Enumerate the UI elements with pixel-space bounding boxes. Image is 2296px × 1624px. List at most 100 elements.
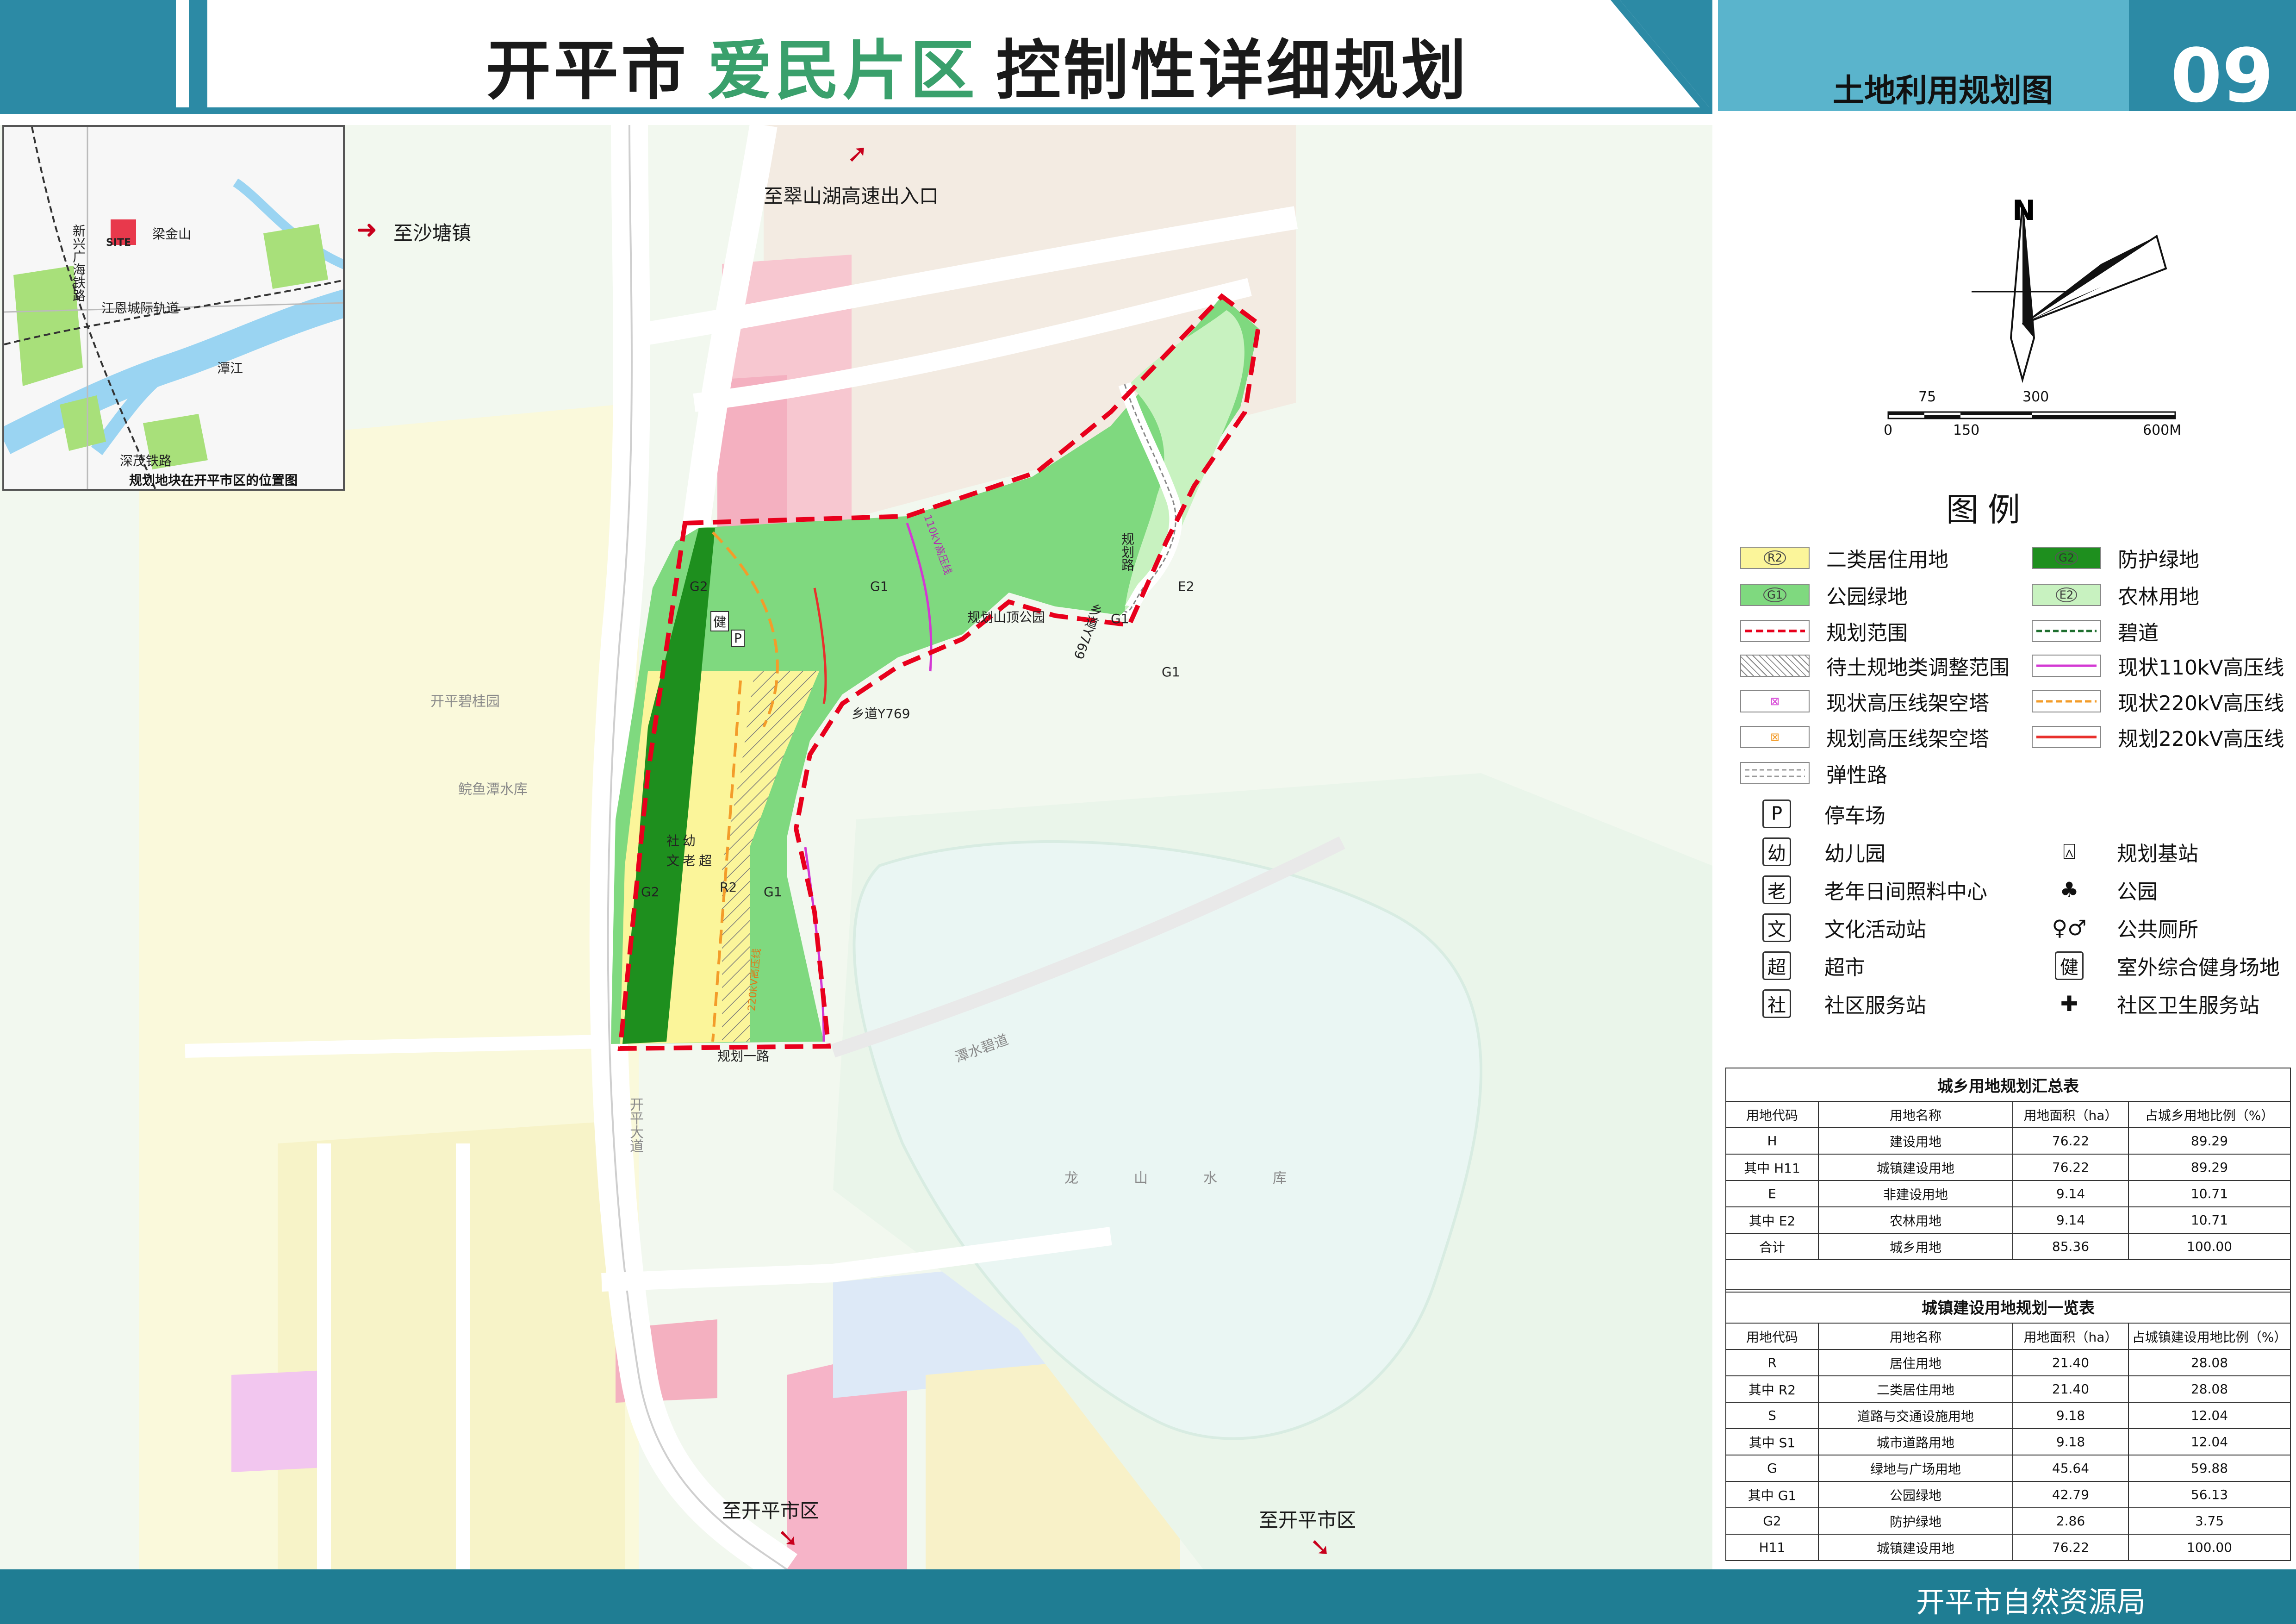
legend-item-existing-tower: ⊠ 现状高压线架空塔: [1740, 687, 1989, 715]
header-stripe: [176, 0, 189, 111]
tree-icon: ♣: [2060, 877, 2079, 902]
title-plan: 控制性详细规划: [996, 33, 1469, 109]
legend-item-220kv-existing: 现状220kV高压线: [2032, 687, 2284, 715]
supermarket-icon: 超: [1762, 951, 1791, 980]
facility-wen: 文: [666, 853, 680, 868]
toilet-icon: ♀♂: [2052, 915, 2087, 940]
location-inset-map: SITE 梁金山 新兴广海铁路 江恩城际轨道 潭江 深茂铁路 规划地块在开平市区…: [2, 125, 345, 491]
page-title: 开平市 爱民片区 控制性详细规划: [486, 19, 1469, 112]
table-row: 合计 城乡用地 85.36 100.00: [1725, 1233, 2291, 1260]
table-header-row: 用地代码 用地名称 用地面积（ha） 占城乡用地比例（%）: [1725, 1101, 2291, 1128]
inset-caption: 规划地块在开平市区的位置图: [129, 473, 298, 488]
label-r2: R2: [720, 880, 737, 895]
table-row: 其中 R2 二类居住用地 21.40 28.08: [1725, 1375, 2291, 1403]
facility-parking: P: [731, 630, 745, 647]
table-header: 用地面积（ha）: [2012, 1323, 2129, 1350]
scale-label: 300: [2022, 389, 2049, 405]
legend-swatch-g2: G2: [2032, 547, 2101, 569]
scale-label: 75: [1918, 389, 1936, 405]
community-service-icon: 社: [1762, 989, 1791, 1018]
fitness-icon: 健: [2055, 951, 2084, 980]
sheet-number: 09: [2171, 32, 2274, 119]
table-title: 城乡用地规划汇总表: [1725, 1068, 2291, 1102]
legend-swatch-g1: G1: [1740, 584, 1810, 606]
legend-swatch-boundary: [1740, 620, 1810, 642]
north-arrow-icon: [1972, 203, 2167, 383]
facility-jian: 健: [710, 611, 729, 631]
table-header: 用地名称: [1818, 1101, 2013, 1128]
north-label: N: [2012, 194, 2036, 227]
label-e2: E2: [1178, 579, 1195, 594]
table-header: 用地名称: [1818, 1323, 2013, 1350]
legend-facility-kindergarten: 幼幼儿园: [1762, 837, 1885, 866]
arrow-left-icon: ➜: [356, 215, 378, 244]
inset-jiangen-rail: 江恩城际轨道: [101, 300, 180, 316]
legend-item-r2: R2 二类居住用地: [1740, 544, 1948, 572]
label-g1: G1: [870, 579, 889, 594]
legend-facility-toilet: ♀♂ 公共厕所: [2052, 914, 2198, 942]
table-spacer: [1725, 1259, 2291, 1293]
table-row: S 道路与交通设施用地 9.18 12.04: [1725, 1402, 2291, 1429]
header-stripe: [189, 0, 207, 111]
legend-item-flexible-road: 弹性路: [1740, 759, 1887, 787]
legend-facility-park: ♣ 公园: [2055, 876, 2158, 904]
table-row: H11 城镇建设用地 76.22 100.00: [1725, 1534, 2291, 1561]
table-row: 其中 S1 城市道路用地 9.18 12.04: [1725, 1428, 2291, 1455]
arrow-down-icon: ➘: [1310, 1532, 1331, 1562]
legend-item-g1: G1 公园绿地: [1740, 581, 1908, 609]
label-park: 规划山顶公园: [967, 610, 1045, 625]
legend-item-e2: E2 农林用地: [2032, 581, 2199, 609]
label-g1: G1: [1111, 611, 1129, 626]
header-slant: [1611, 0, 1712, 111]
label-reservoir: 鲩鱼潭水库: [458, 781, 528, 798]
facility-chao: 超: [699, 853, 712, 868]
table-row: G2 防护绿地 2.86 3.75: [1725, 1507, 2291, 1535]
title-city: 开平市: [486, 33, 689, 109]
label-biguiyuan: 开平碧桂园: [430, 693, 500, 710]
table-header-row: 用地代码 用地名称 用地面积（ha） 占城镇建设用地比例（%）: [1725, 1323, 2291, 1350]
label-road-y769: 乡道Y769: [852, 706, 910, 721]
label-g1: G1: [764, 884, 782, 899]
inset-shenmao-railway: 深茂铁路: [120, 453, 172, 468]
kindergarten-icon: 幼: [1762, 837, 1791, 866]
culture-station-icon: 文: [1762, 913, 1791, 942]
facility-she: 社: [666, 833, 680, 849]
table-header: 用地代码: [1725, 1323, 1819, 1350]
legend-facility-base-station: ⍓ 规划基站: [2055, 838, 2198, 866]
facility-you: 幼: [683, 833, 696, 849]
legend-item-adjust-area: 待土规地类调整范围: [1740, 652, 2010, 680]
legend-facility-community: 社社区服务站: [1762, 989, 1926, 1018]
legend-swatch-existing-tower: ⊠: [1740, 690, 1810, 712]
legend-facility-culture: 文文化活动站: [1762, 913, 1926, 942]
legend-item-planned-tower: ⊠ 规划高压线架空塔: [1740, 723, 1989, 751]
legend-swatch-flexible-road: [1740, 762, 1810, 784]
legend-swatch-greenway: [2032, 620, 2101, 642]
scale-label: 150: [1953, 422, 1980, 438]
arrow-up-icon: ➚: [847, 139, 868, 168]
label-g2: G2: [690, 579, 708, 594]
urban-construction-landuse-table: 城镇建设用地规划一览表 用地代码 用地名称 用地面积（ha） 占城镇建设用地比例…: [1725, 1289, 2291, 1561]
urban-rural-landuse-table: 城乡用地规划汇总表 用地代码 用地名称 用地面积（ha） 占城乡用地比例（%） …: [1725, 1068, 2291, 1293]
inset-site-label: SITE: [106, 237, 131, 249]
legend-swatch-220kv-planned: [2032, 726, 2101, 748]
table-row: R 居住用地 21.40 28.08: [1725, 1349, 2291, 1376]
label-kaiping-blvd: 开平大道: [627, 1097, 643, 1153]
label-g2: G2: [641, 884, 660, 899]
arrow-down-icon: ➘: [778, 1523, 799, 1552]
legend-title: 图例: [1946, 491, 2029, 529]
table-row: G 绿地与广场用地 45.64 59.88: [1725, 1455, 2291, 1482]
label-g1: G1: [1162, 664, 1180, 680]
table-title: 城镇建设用地规划一览表: [1725, 1289, 2291, 1324]
table-header: 占城乡用地比例（%）: [2128, 1101, 2291, 1128]
base-station-icon: ⍓: [2063, 839, 2076, 864]
table-row: E 非建设用地 9.14 10.71: [1725, 1180, 2291, 1207]
legend-item-110kv: 现状110kV高压线: [2032, 652, 2284, 680]
table-row: H 建设用地 76.22 89.29: [1725, 1127, 2291, 1155]
scale-label: 0: [1884, 422, 1893, 438]
direction-to-cuishan: 至翠山湖高速出入口: [764, 185, 939, 207]
footer-organization: 开平市自然资源局: [1916, 1585, 2146, 1619]
legend-swatch-220kv-existing: [2032, 690, 2101, 712]
legend-swatch-planned-tower: ⊠: [1740, 726, 1810, 748]
legend-facility-parking: P 停车场: [1762, 800, 1885, 828]
legend-swatch-110kv: [2032, 655, 2101, 677]
